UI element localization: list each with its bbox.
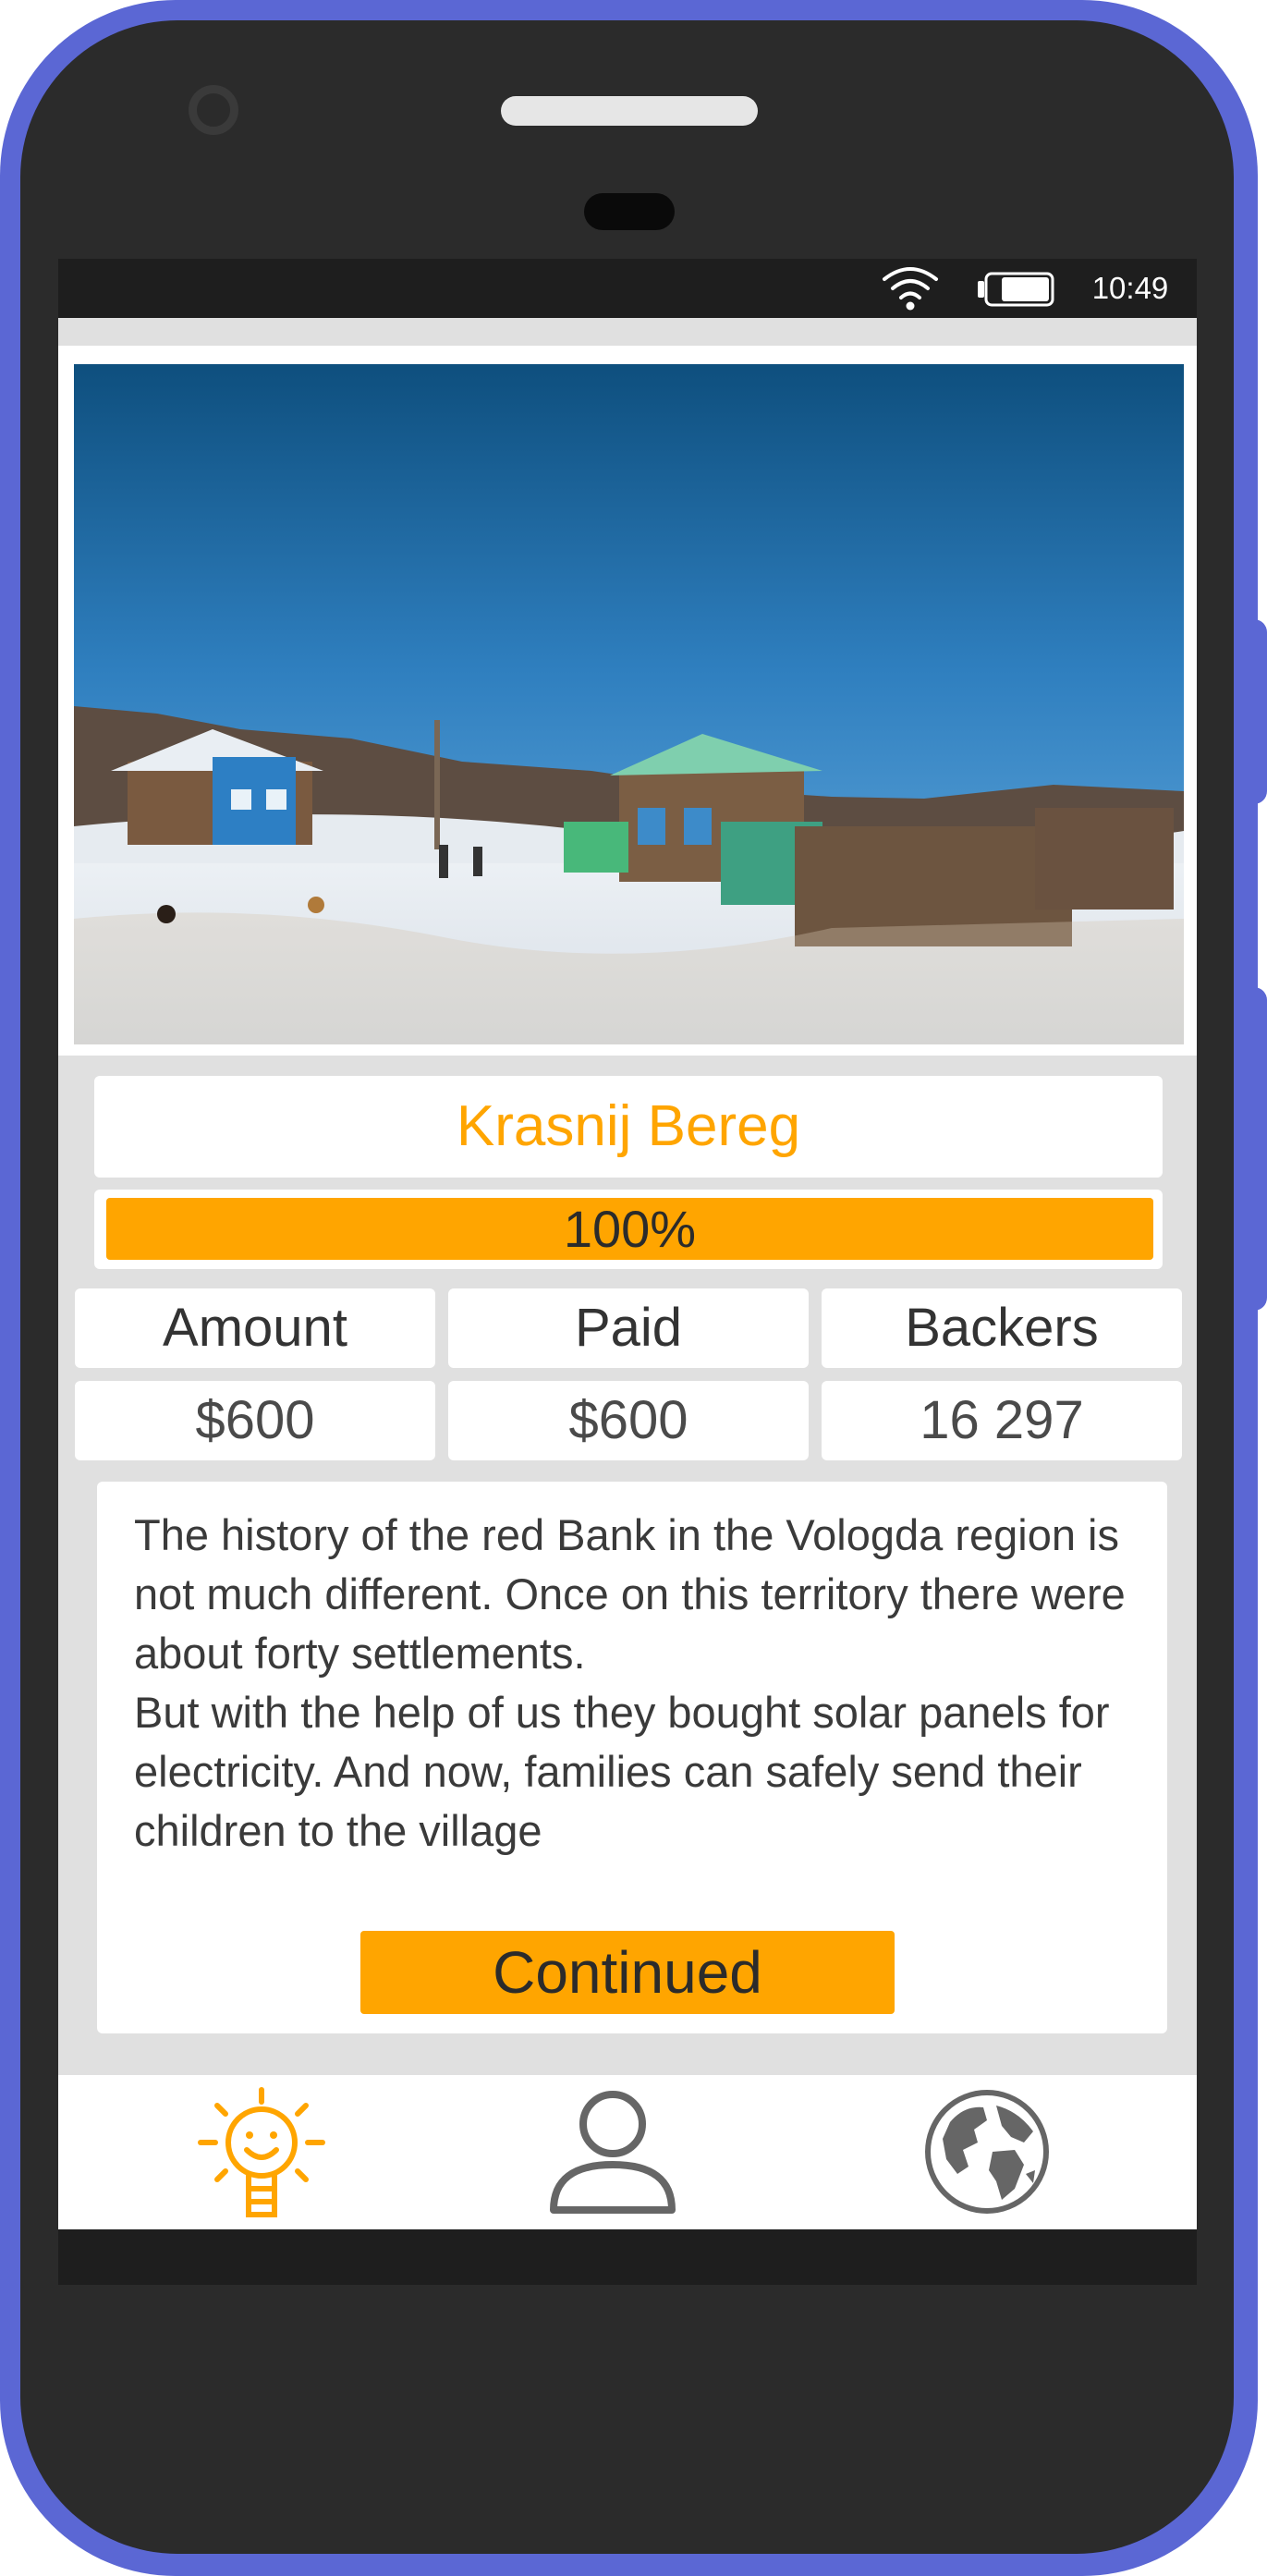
lightbulb-sun-icon [198,2087,325,2217]
nav-item-projects[interactable] [178,2075,345,2229]
project-title: Krasnij Bereg [94,1076,1163,1178]
bottom-navigation [58,2075,1197,2229]
project-photo-frame [58,353,1197,1056]
stat-value-backers: 16 297 [822,1381,1182,1460]
nav-item-profile[interactable] [530,2075,696,2229]
status-clock: 10:49 [1091,271,1169,305]
battery-icon [978,272,1054,307]
status-bar: 10:49 [58,259,1197,318]
nav-item-world[interactable] [904,2075,1070,2229]
stat-value-amount: $600 [75,1381,435,1460]
power-button [1252,987,1267,1311]
earpiece-speaker [501,96,758,126]
stat-label-paid: Paid [448,1288,809,1368]
user-profile-icon [550,2091,676,2214]
stat-label-backers: Backers [822,1288,1182,1368]
continue-button[interactable]: Continued [360,1931,895,2014]
stat-value-paid: $600 [448,1381,809,1460]
progress-label: 100% [563,1200,697,1258]
volume-button [1252,619,1267,804]
content-top-divider [58,346,1197,353]
project-description-card: The history of the red Bank in the Volog… [97,1482,1167,2033]
app-screen: 10:49 Krasnij Bereg 100% Amount Paid Bac… [58,259,1197,2285]
progress-track: 100% [106,1198,1153,1260]
project-description: The history of the red Bank in the Volog… [134,1510,1126,1855]
project-photo [74,364,1184,1044]
stat-label-amount: Amount [75,1288,435,1368]
proximity-sensor [584,193,675,230]
front-camera [189,85,238,135]
globe-icon [925,2090,1049,2214]
wifi-icon [883,267,938,311]
screen-bottom-bar [58,2229,1197,2285]
funding-progress: 100% [94,1190,1163,1269]
